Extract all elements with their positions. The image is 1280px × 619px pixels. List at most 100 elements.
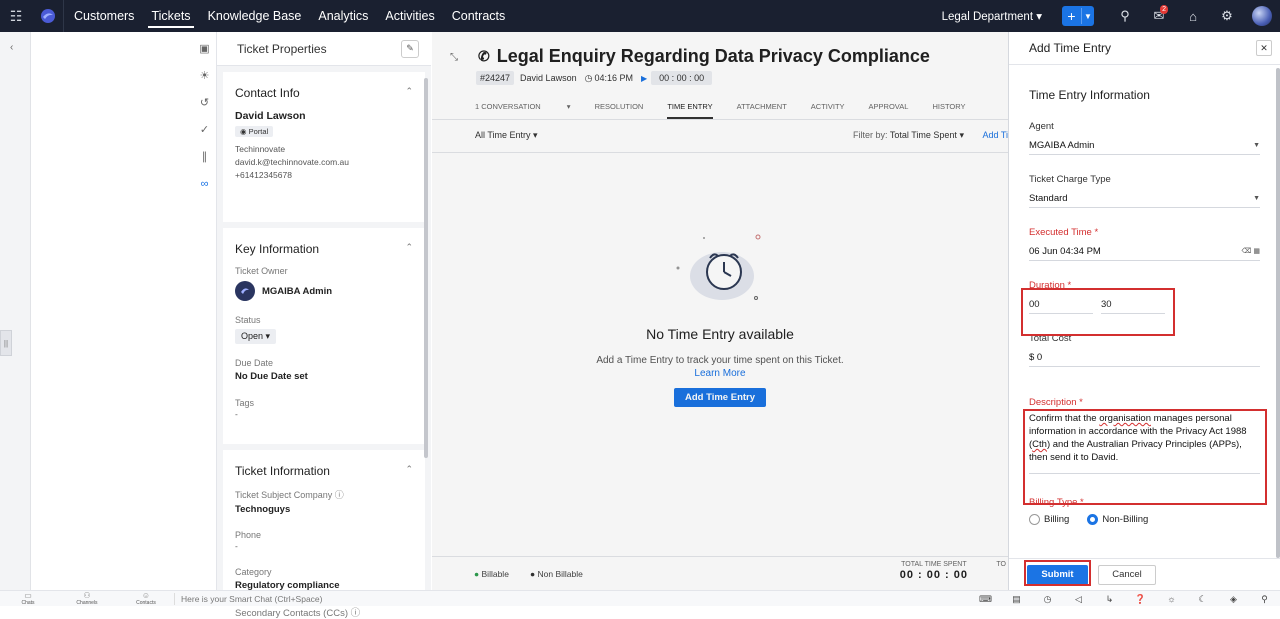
bulb-icon[interactable]: ☀	[193, 63, 216, 90]
tags-value[interactable]: -	[235, 408, 413, 421]
contacts-button[interactable]: ☺ Contacts	[126, 592, 166, 607]
executed-time-input[interactable]: 06 Jun 04:34 PM ⌫ ▦	[1029, 242, 1260, 261]
phone-value[interactable]: -	[235, 540, 413, 553]
history-icon[interactable]: ↺	[193, 90, 216, 117]
department-selector[interactable]: Legal Department ▾	[942, 9, 1042, 23]
properties-title: Ticket Properties	[237, 41, 327, 56]
executed-time-label: Executed Time *	[1029, 227, 1099, 238]
nav-contracts[interactable]: Contracts	[452, 0, 506, 32]
ticket-info-title: Ticket Information	[235, 464, 330, 478]
quick-create-button[interactable]: + ▼	[1062, 6, 1094, 26]
ticket-owner[interactable]: MGAIBA Admin	[235, 281, 413, 301]
due-date-value[interactable]: No Due Date set	[235, 371, 413, 382]
owner-name: MGAIBA Admin	[262, 285, 333, 297]
nav-tickets[interactable]: Tickets	[148, 0, 194, 32]
subject-company-label: Ticket Subject Company ⓘ	[235, 488, 413, 501]
close-icon[interactable]: ✕	[1256, 40, 1272, 56]
export-icon[interactable]: ↳	[1094, 591, 1125, 607]
status-label: Status	[235, 315, 261, 325]
channels-button[interactable]: ⚇ Channels	[67, 591, 107, 607]
billing-radio[interactable]: Billing	[1029, 514, 1069, 525]
settings-gear-icon[interactable]: ⚙	[1210, 0, 1244, 32]
ticket-properties-icon[interactable]: ▣	[193, 36, 216, 63]
channels-icon: ⚇	[83, 591, 91, 600]
announce-icon[interactable]: ◁	[1063, 591, 1094, 607]
nav-knowledge-base[interactable]: Knowledge Base	[208, 0, 302, 32]
user-avatar[interactable]	[1252, 6, 1272, 26]
chevron-down-icon: ▼	[1084, 11, 1092, 21]
plus-icon: +	[1062, 8, 1082, 24]
marketplace-icon[interactable]: ⌂	[1176, 0, 1210, 32]
non-billing-radio[interactable]: Non-Billing	[1087, 514, 1148, 525]
key-info-header[interactable]: Key Information ⌃	[235, 242, 413, 256]
collapse-chevron-icon: ⌃	[405, 86, 413, 96]
executed-time-value: 06 Jun 04:34 PM	[1029, 245, 1101, 257]
help-icon[interactable]: ❓	[1125, 591, 1156, 607]
timer-icon[interactable]: ◷	[1032, 591, 1063, 607]
contact-name[interactable]: David Lawson	[235, 110, 413, 122]
chats-button[interactable]: ▭ Chats	[8, 591, 48, 607]
top-navigation-bar: ☷ Customers Tickets Knowledge Base Analy…	[0, 0, 1280, 32]
description-label-text: Description	[1029, 397, 1077, 408]
left-collapsed-panel: ‹ ||	[0, 32, 31, 590]
billing-radio-label: Billing	[1044, 514, 1070, 525]
chevron-down-icon: ▼	[1253, 141, 1260, 149]
check-circle-icon[interactable]: ✓	[193, 117, 216, 144]
info-icon: ⓘ	[334, 490, 344, 500]
nav-activities[interactable]: Activities	[385, 0, 434, 32]
total-cost-input[interactable]: $ 0	[1029, 348, 1260, 367]
contact-info-header[interactable]: Contact Info ⌃	[235, 86, 413, 100]
agent-select[interactable]: MGAIBA Admin ▼	[1029, 136, 1260, 155]
smart-chat-input[interactable]: Here is your Smart Chat (Ctrl+Space)	[174, 593, 322, 605]
ticket-owner-label: Ticket Owner	[235, 266, 288, 276]
contacts-label: Contacts	[136, 600, 156, 606]
search-icon[interactable]: ⚲	[1249, 591, 1280, 607]
key-information-card: Key Information ⌃ Ticket Owner MGAIBA Adm…	[223, 228, 425, 444]
status-value: Open	[241, 331, 264, 341]
collapse-chevron-icon: ⌃	[405, 464, 413, 474]
brand-logo[interactable]	[32, 0, 64, 32]
info-icon: ⓘ	[350, 608, 361, 619]
share-icon[interactable]: ∥	[193, 144, 216, 171]
contact-phone[interactable]: +61412345678	[235, 169, 413, 182]
reports-icon[interactable]: ▤	[1001, 591, 1032, 607]
non-billing-radio-circle	[1087, 514, 1099, 525]
panel-scrollbar[interactable]	[1276, 68, 1280, 558]
category-label: Category	[235, 567, 272, 577]
contact-email[interactable]: david.k@techinnovate.com.au	[235, 156, 413, 169]
agent-label: Agent	[1029, 121, 1054, 132]
cancel-button[interactable]: Cancel	[1098, 564, 1156, 585]
status-dropdown[interactable]: Open ▾	[235, 329, 277, 344]
ticket-info-header[interactable]: Ticket Information ⌃	[235, 464, 413, 478]
nav-customers[interactable]: Customers	[74, 0, 134, 32]
modal-dim-overlay	[432, 32, 1008, 590]
accessibility-icon[interactable]: ☼	[1156, 591, 1187, 607]
collapse-chevron-icon[interactable]: ‹	[10, 42, 13, 53]
panel-header: Add Time Entry ✕	[1009, 32, 1280, 65]
subject-company-value[interactable]: Technoguys	[235, 504, 413, 515]
search-icon[interactable]: ⚲	[1108, 0, 1142, 32]
zia-icon[interactable]: ◈	[1218, 591, 1249, 607]
notifications-icon[interactable]: ✉ 2	[1142, 0, 1176, 32]
bottom-bar: ▭ Chats ⚇ Channels ☺ Contacts Here is your …	[0, 590, 1280, 606]
chat-icon: ▭	[24, 591, 32, 600]
ticket-properties-panel: Ticket Properties ✎ Contact Info ⌃ David …	[217, 32, 431, 619]
keyboard-icon[interactable]: ⌨	[970, 591, 1001, 607]
dark-mode-icon[interactable]: ☾	[1187, 591, 1218, 607]
portal-tag-label: Portal	[248, 127, 269, 136]
executed-time-label-text: Executed Time	[1029, 227, 1092, 238]
calendar-icon[interactable]: ⌫ ▦	[1242, 247, 1260, 255]
due-date-label: Due Date	[235, 358, 274, 368]
charge-type-select[interactable]: Standard ▼	[1029, 189, 1260, 208]
cc-label: Secondary Contacts (CCs) ⓘ	[235, 605, 413, 619]
billing-type-radios: Billing Non-Billing	[1029, 514, 1260, 525]
app-grid-icon[interactable]: ☷	[0, 0, 32, 32]
edit-icon[interactable]: ✎	[401, 39, 419, 58]
main-nav: Customers Tickets Knowledge Base Analyti…	[74, 0, 522, 32]
properties-icon-rail: ▣ ☀ ↺ ✓ ∥ ∞	[193, 32, 217, 590]
ticket-detail-area: ✆ Legal Enquiry Regarding Data Privacy C…	[432, 32, 1008, 590]
link-icon[interactable]: ∞	[193, 171, 216, 198]
properties-scrollbar[interactable]	[424, 78, 428, 458]
resize-handle[interactable]: ||	[0, 330, 12, 356]
nav-analytics[interactable]: Analytics	[318, 0, 368, 32]
